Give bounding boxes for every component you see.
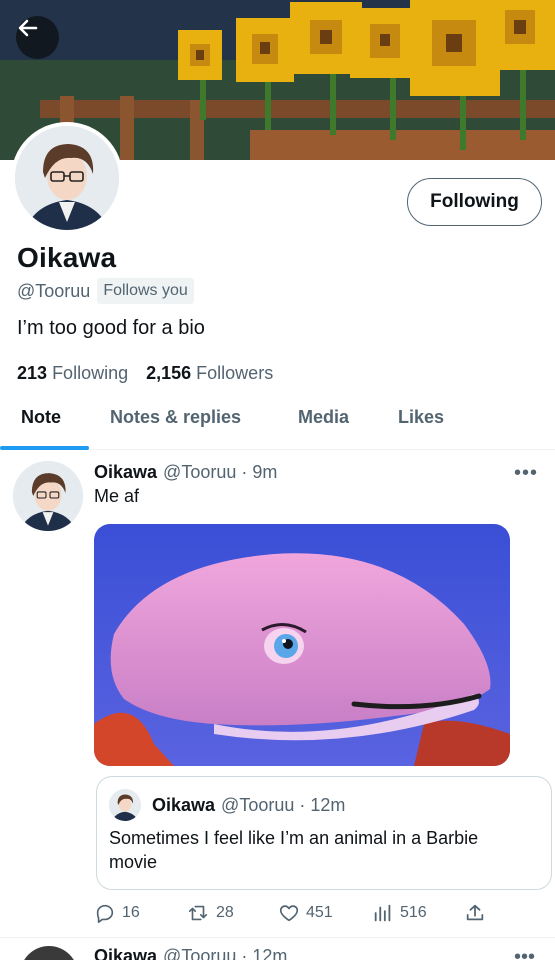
followers-count: 2,156 (146, 363, 192, 383)
active-tab-indicator (0, 446, 89, 450)
avatar-image (15, 126, 119, 230)
quote-avatar (109, 789, 141, 821)
views-count: 516 (400, 904, 427, 921)
reply-icon (96, 904, 114, 923)
reply-count: 16 (122, 904, 140, 921)
followers-label: Followers (196, 363, 274, 383)
tweet-media[interactable] (94, 524, 510, 766)
arrow-left-icon (18, 19, 38, 37)
like-count: 451 (306, 904, 333, 921)
quote-text: Sometimes I feel like I’m an animal in a… (109, 828, 479, 872)
tab-media[interactable]: Media (298, 407, 349, 428)
following-button[interactable]: Following (407, 178, 542, 226)
retweet-button[interactable]: 28 (186, 902, 234, 924)
dolphin-image (94, 524, 510, 766)
tweet-text: Me af (94, 486, 140, 506)
bar-chart-icon (374, 904, 391, 922)
following-count: 213 (17, 363, 48, 383)
profile-name: Oikawa (17, 242, 117, 273)
share-icon (466, 904, 484, 921)
avatar-image (109, 789, 141, 821)
quote-author-name: Oikawa (152, 795, 216, 815)
followers-stat[interactable]: 2,156 Followers (146, 363, 273, 384)
tweet-avatar[interactable] (13, 461, 83, 531)
more-horizontal-icon[interactable]: ••• (514, 946, 535, 960)
retweet-icon (188, 905, 208, 921)
share-button[interactable] (464, 902, 486, 924)
next-tweet-meta: @Tooruu · 12m (163, 946, 288, 960)
profile-stats: 213 Following 2,156 Followers (17, 363, 273, 384)
tweet-meta: @Tooruu · 9m (163, 462, 278, 482)
profile-handle: @Tooruu (17, 280, 91, 301)
profile-tabs: Note Notes & replies Media Likes (0, 390, 555, 450)
tab-likes[interactable]: Likes (398, 407, 444, 428)
reply-button[interactable]: 16 (94, 902, 140, 924)
handle-row: @Tooruu Follows you (17, 278, 194, 304)
retweet-count: 28 (216, 904, 234, 921)
profile-avatar[interactable] (11, 122, 123, 234)
heart-icon (279, 905, 299, 922)
tab-note[interactable]: Note (21, 407, 61, 428)
like-button[interactable]: 451 (278, 902, 333, 924)
tweet-divider (0, 937, 555, 938)
back-button[interactable] (16, 16, 59, 59)
following-stat[interactable]: 213 Following (17, 363, 128, 384)
next-tweet-header: Oikawa @Tooruu · 12m (94, 946, 287, 960)
tweet-author-name[interactable]: Oikawa (94, 462, 157, 483)
next-tweet-avatar[interactable] (20, 946, 78, 960)
more-horizontal-icon[interactable]: ••• (514, 462, 538, 485)
tweet-header: Oikawa @Tooruu · 9m (94, 462, 277, 483)
profile-bio: I’m too good for a bio (17, 317, 205, 339)
quoted-tweet[interactable]: Oikawa @Tooruu · 12m Sometimes I feel li… (96, 776, 552, 890)
next-tweet-author-name[interactable]: Oikawa (94, 946, 157, 960)
views-button[interactable]: 516 (372, 902, 427, 924)
following-label: Following (52, 363, 129, 383)
avatar-image (13, 461, 83, 531)
quote-header: Oikawa @Tooruu · 12m (152, 795, 345, 816)
tab-notes-replies[interactable]: Notes & replies (110, 407, 241, 428)
tweet-actions: 16 28 451 516 (94, 902, 534, 926)
quote-meta: @Tooruu · 12m (221, 795, 346, 815)
follows-you-badge: Follows you (97, 278, 194, 304)
